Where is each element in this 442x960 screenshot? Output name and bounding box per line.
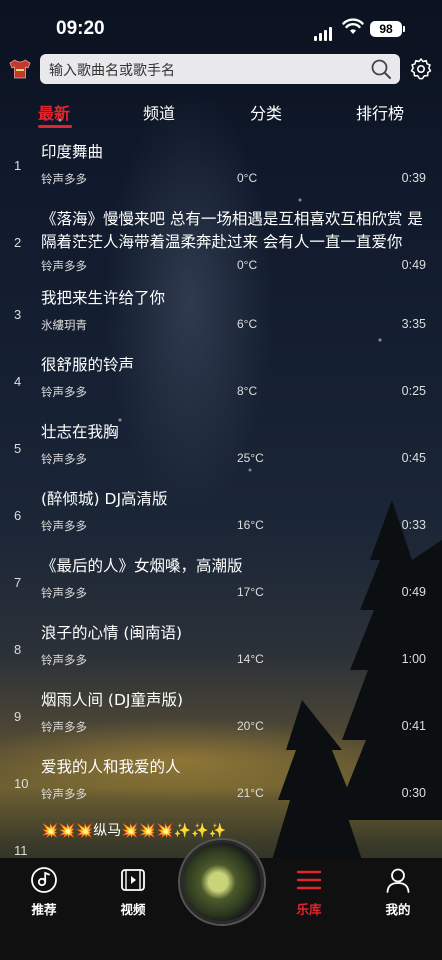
song-title[interactable]: 我把来生许给了你	[41, 287, 430, 310]
status-bar: 09:20 98	[0, 0, 442, 52]
nav-label: 推荐	[31, 902, 57, 917]
song-index: 11	[14, 843, 28, 858]
song-index: 6	[14, 508, 22, 523]
song-duration: 0:30	[401, 786, 426, 800]
song-index: 10	[14, 776, 29, 791]
song-title[interactable]: 💥💥💥纵马💥💥💥✨✨✨	[41, 820, 430, 843]
song-title[interactable]: 烟雨人间 (DJ童声版)	[41, 689, 430, 712]
profile-icon	[386, 868, 410, 893]
song-temp: 16°C	[237, 518, 264, 532]
cellular-signal-icon	[314, 22, 334, 41]
song-temp: 14°C	[237, 652, 264, 666]
song-title[interactable]: 很舒服的铃声	[41, 354, 430, 377]
nav-label: 视频	[120, 902, 146, 917]
song-title[interactable]: 《最后的人》女烟嗓，高潮版	[41, 555, 430, 578]
tshirt-icon[interactable]	[8, 57, 32, 81]
gear-icon[interactable]	[409, 57, 433, 81]
song-title[interactable]: (醉倾城) DJ高清版	[41, 488, 430, 511]
video-icon	[121, 869, 145, 891]
tab-latest[interactable]: 最新	[38, 100, 70, 124]
tab-category[interactable]: 分类	[250, 100, 282, 124]
song-index: 8	[14, 642, 22, 657]
status-time: 09:20	[56, 18, 105, 39]
song-artist: 铃声多多	[41, 385, 87, 399]
song-duration: 0:49	[401, 585, 426, 599]
list-item[interactable]: 1 印度舞曲 铃声多多 0°C 0:39	[0, 134, 442, 201]
nav-recommend[interactable]: 推荐	[14, 866, 74, 918]
battery-icon: 98	[370, 21, 402, 37]
song-duration: 1:00	[401, 652, 426, 666]
song-title[interactable]: 《落海》慢慢来吧 总有一场相遇是互相喜欢互相欣赏 是隔着茫茫人海带着温柔奔赴过来…	[41, 208, 430, 254]
list-item[interactable]: 9 烟雨人间 (DJ童声版) 铃声多多 20°C 0:41	[0, 689, 442, 756]
battery-tip	[403, 26, 405, 32]
song-duration: 0:33	[401, 518, 426, 532]
song-index: 3	[14, 307, 22, 322]
song-artist: 铃声多多	[41, 519, 87, 533]
list-item[interactable]: 7 《最后的人》女烟嗓，高潮版 铃声多多 17°C 0:49	[0, 555, 442, 622]
song-temp: 17°C	[237, 585, 264, 599]
song-duration: 0:39	[401, 171, 426, 185]
tab-ranking[interactable]: 排行榜	[356, 100, 404, 124]
wifi-icon	[342, 18, 364, 34]
song-artist: 氷縷玥青	[41, 318, 87, 332]
now-playing-disc[interactable]	[180, 840, 264, 924]
song-artist: 铃声多多	[41, 586, 87, 600]
song-duration: 0:25	[401, 384, 426, 398]
active-tab-indicator	[38, 125, 72, 128]
song-temp: 6°C	[237, 317, 258, 331]
song-duration: 3:35	[401, 317, 426, 331]
song-temp: 0°C	[237, 258, 258, 272]
song-title[interactable]: 浪子的心情 (闽南语)	[41, 622, 430, 645]
song-temp: 21°C	[237, 786, 264, 800]
nav-library[interactable]: 乐库	[279, 866, 339, 918]
song-index: 1	[14, 158, 22, 173]
song-index: 5	[14, 441, 22, 456]
song-list: 1 印度舞曲 铃声多多 0°C 0:39 2 《落海》慢慢来吧 总有一场相遇是互…	[0, 134, 442, 863]
list-item[interactable]: 4 很舒服的铃声 铃声多多 8°C 0:25	[0, 354, 442, 421]
nav-label: 乐库	[296, 902, 322, 917]
song-artist: 铃声多多	[41, 653, 87, 667]
song-title[interactable]: 印度舞曲	[41, 141, 430, 164]
category-tabs: 最新 频道 分类 排行榜	[0, 100, 442, 130]
song-artist: 铃声多多	[41, 259, 87, 273]
song-title[interactable]: 壮志在我胸	[41, 421, 430, 444]
song-artist: 铃声多多	[41, 452, 87, 466]
list-item[interactable]: 5 壮志在我胸 铃声多多 25°C 0:45	[0, 421, 442, 488]
recommend-disc-icon	[31, 867, 57, 893]
nav-profile[interactable]: 我的	[368, 866, 428, 918]
song-duration: 0:45	[401, 451, 426, 465]
song-index: 9	[14, 709, 22, 724]
song-artist: 铃声多多	[41, 787, 87, 801]
search-icon[interactable]	[370, 58, 392, 80]
song-index: 2	[14, 235, 22, 250]
list-item[interactable]: 8 浪子的心情 (闽南语) 铃声多多 14°C 1:00	[0, 622, 442, 689]
song-artist: 铃声多多	[41, 172, 87, 186]
song-title[interactable]: 爱我的人和我爱的人	[41, 756, 430, 779]
song-temp: 25°C	[237, 451, 264, 465]
song-temp: 8°C	[237, 384, 258, 398]
list-item[interactable]: 10 爱我的人和我爱的人 铃声多多 21°C 0:30	[0, 756, 442, 823]
song-duration: 0:49	[401, 258, 426, 272]
search-bar[interactable]: 输入歌曲名或歌手名	[40, 54, 400, 84]
song-index: 4	[14, 374, 22, 389]
song-artist: 铃声多多	[41, 720, 87, 734]
tab-channel[interactable]: 频道	[143, 100, 175, 124]
song-index: 7	[14, 575, 22, 590]
song-temp: 0°C	[237, 171, 258, 185]
song-duration: 0:41	[401, 719, 426, 733]
library-icon	[296, 870, 322, 890]
list-item[interactable]: 3 我把来生许给了你 氷縷玥青 6°C 3:35	[0, 287, 442, 354]
list-item[interactable]: 6 (醉倾城) DJ高清版 铃声多多 16°C 0:33	[0, 488, 442, 555]
song-temp: 20°C	[237, 719, 264, 733]
nav-video[interactable]: 视频	[103, 866, 163, 918]
list-item[interactable]: 2 《落海》慢慢来吧 总有一场相遇是互相喜欢互相欣赏 是隔着茫茫人海带着温柔奔赴…	[0, 201, 442, 287]
search-placeholder[interactable]: 输入歌曲名或歌手名	[49, 60, 175, 80]
nav-label: 我的	[385, 902, 411, 917]
